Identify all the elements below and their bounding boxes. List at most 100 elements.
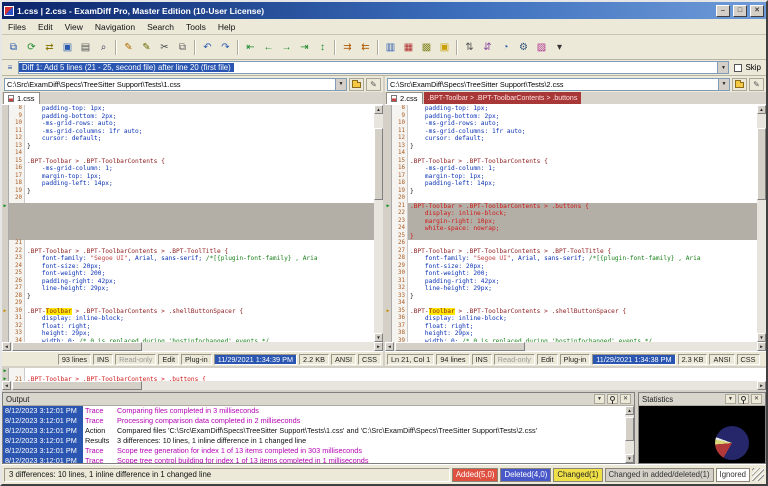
left-code-row[interactable]: 18 padding-left: 14px; [2,180,374,188]
scroll-thumb[interactable] [374,128,383,200]
code-line[interactable]: } [408,143,757,151]
pin-icon[interactable] [607,394,618,404]
menu-help[interactable]: Help [212,21,241,33]
recompare-icon[interactable]: ⟳ [23,39,40,56]
left-code-row[interactable]: 27 line-height: 29px; [2,285,374,293]
left-code-row[interactable]: ▶ [2,202,374,210]
diff-combo-dropdown-icon[interactable] [717,62,729,73]
left-code-row[interactable]: 25 font-weight: 200; [2,270,374,278]
menu-tools[interactable]: Tools [180,21,212,33]
right-code-row[interactable]: 11 -ms-grid-columns: 1fr auto; [385,127,757,135]
highlight-inline-icon[interactable]: ▣ [436,39,453,56]
left-code-row[interactable]: 14 [2,150,374,158]
code-line[interactable]: height: 29px; [25,330,374,338]
left-path-dropdown-icon[interactable] [335,78,346,90]
right-code-rows[interactable]: 8 padding-top: 1px; 9 padding-bottom: 2px… [385,105,757,342]
code-line[interactable]: font-family: "Segoe UI", Arial, sans-ser… [408,255,757,263]
left-code-row[interactable]: 19} [2,187,374,196]
scroll-down-icon[interactable] [757,333,766,342]
code-line[interactable]: font-weight: 200; [25,270,374,278]
left-code-row[interactable]: 8 padding-top: 1px; [2,105,374,113]
status-cell[interactable]: Edit [536,353,558,365]
left-code-row[interactable]: 17 margin-top: 1px; [2,172,374,180]
scroll-track[interactable] [11,381,757,390]
redo-icon[interactable]: ↷ [217,39,234,56]
right-code-row[interactable]: 22 display: inline-block; [385,210,757,218]
code-line[interactable]: margin-top: 1px; [408,173,757,181]
code-line[interactable]: line-height: 29px; [25,285,374,293]
close-panel-icon[interactable] [751,394,762,404]
status-cell[interactable]: Plug-in [181,353,212,365]
code-line[interactable] [25,202,374,210]
right-code-row[interactable]: 24 white-space: nowrap; [385,225,757,233]
scroll-right-icon[interactable] [757,342,766,351]
right-code-row[interactable]: 23 margin-right: 10px; [385,217,757,225]
code-line[interactable]: } [25,188,374,196]
scroll-right-icon[interactable] [374,342,383,351]
code-line[interactable]: padding-bottom: 2px; [408,113,757,121]
code-line[interactable] [25,240,374,248]
left-code-row[interactable]: 15 .BPT-Toolbar > .BPT-ToolbarContents { [2,157,374,165]
status-cell[interactable]: Read-only [115,353,157,365]
right-code-row[interactable]: 33} [385,292,757,301]
code-line[interactable]: } [408,293,757,301]
scroll-left-icon[interactable] [385,342,394,351]
status-cell[interactable]: INS [471,353,492,365]
code-line[interactable]: display: inline-block; [25,315,374,323]
scroll-thumb[interactable] [395,342,525,351]
left-file-tab[interactable]: 1.css [3,92,40,104]
print-icon[interactable]: ▤ [77,39,94,56]
code-line[interactable]: } [408,188,757,196]
code-line[interactable] [408,195,757,203]
left-code-row[interactable]: 22 .BPT-Toolbar > .BPT-ToolbarContents > … [2,247,374,255]
left-code-row[interactable]: 32 float: right; [2,322,374,330]
status-cell[interactable]: Plug-in [559,353,591,365]
scroll-track[interactable] [394,342,757,351]
right-code-row[interactable]: 19} [385,187,757,196]
menu-navigation[interactable]: Navigation [89,21,141,33]
menu-search[interactable]: Search [141,21,180,33]
output-scrollbar[interactable] [625,406,634,463]
right-horizontal-scrollbar[interactable] [385,342,766,351]
scroll-thumb[interactable] [12,381,142,390]
status-cell[interactable]: Read-only [493,353,535,365]
show-identical-icon[interactable]: ▥ [382,39,399,56]
right-code-row[interactable]: 27 .BPT-Toolbar > .BPT-ToolbarContents > … [385,247,757,255]
swap-panes-icon[interactable]: ⇄ [41,39,58,56]
find-icon[interactable]: ⌕ [95,39,112,56]
left-horizontal-scrollbar[interactable] [2,342,383,351]
code-line[interactable]: padding-right: 42px; [408,278,757,286]
toolbar-menu-icon[interactable]: ▾ [551,39,568,56]
last-diff-icon[interactable]: ⇥ [296,39,313,56]
left-code-row[interactable]: 10 -ms-grid-rows: auto; [2,120,374,128]
left-code-row[interactable]: 20 [2,195,374,203]
right-code-row[interactable]: 15 .BPT-Toolbar > .BPT-ToolbarContents { [385,157,757,166]
scroll-track[interactable] [11,342,374,351]
statistics-icon[interactable]: ◔ [497,39,514,56]
right-code-row[interactable]: 29 font-size: 20px; [385,262,757,271]
options-icon[interactable]: ⚙ [515,39,532,56]
right-code-row[interactable]: 37 float: right; [385,322,757,330]
code-line[interactable] [25,150,374,158]
left-code-row[interactable] [2,217,374,225]
right-code-row[interactable]: 26 [385,240,757,248]
left-code-row[interactable]: 12 cursor: default; [2,135,374,143]
code-line[interactable] [408,150,757,158]
output-row[interactable]: 8/12/2023 3:12:01 PM Trace Comparing files… [3,406,625,416]
output-row[interactable]: 8/12/2023 3:12:01 PM Trace Scope tree gene… [3,446,625,456]
align-blocks-icon[interactable]: ⇅ [461,39,478,56]
save-icon[interactable]: ▣ [59,39,76,56]
code-line[interactable]: cursor: default; [408,135,757,143]
scroll-track[interactable] [757,114,766,333]
scroll-down-icon[interactable] [374,333,383,342]
undo-icon[interactable]: ↶ [199,39,216,56]
first-diff-icon[interactable]: ⇤ [242,39,259,56]
right-code-row[interactable]: 13} [385,142,757,151]
code-line[interactable]: .BPT-Toolbar > .BPT-ToolbarContents > .s… [408,307,757,316]
right-code-row[interactable]: 10 -ms-grid-rows: auto; [385,120,757,128]
code-line[interactable]: .BPT-Toolbar > .BPT-ToolbarContents { [408,158,757,166]
left-code-row[interactable]: 26 padding-right: 42px; [2,277,374,285]
left-vertical-scrollbar[interactable] [374,105,383,342]
code-line[interactable]: font-size: 20px; [408,263,757,271]
scroll-up-icon[interactable] [374,105,383,114]
